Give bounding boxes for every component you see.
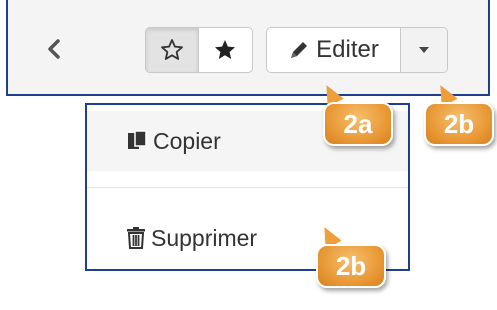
callout-edit: 2a [323, 102, 393, 146]
pencil-icon [291, 42, 308, 58]
favorite-toggle-group [145, 27, 253, 73]
edit-button-label: Editer [316, 36, 379, 63]
menu-item-delete-label: Supprimer [151, 224, 258, 251]
chevron-left-icon [48, 39, 60, 59]
edit-button-group: Editer [266, 27, 448, 73]
callout-delete: 2b [316, 244, 386, 288]
caret-down-icon [419, 47, 429, 53]
copy-icon [125, 129, 149, 153]
menu-divider [87, 187, 408, 188]
callout-caret: 2b [424, 102, 494, 146]
menu-item-copy-label: Copier [153, 127, 221, 154]
favorite-button[interactable] [199, 28, 251, 72]
edit-button[interactable]: Editer [267, 28, 401, 72]
star-filled-icon [215, 40, 235, 59]
back-button[interactable] [42, 34, 66, 64]
toolbar: Editer [6, 0, 490, 96]
dropdown-toggle-button[interactable] [401, 28, 447, 72]
trash-icon [125, 226, 147, 250]
star-outline-icon [161, 39, 183, 60]
unfavorite-button[interactable] [146, 28, 199, 72]
